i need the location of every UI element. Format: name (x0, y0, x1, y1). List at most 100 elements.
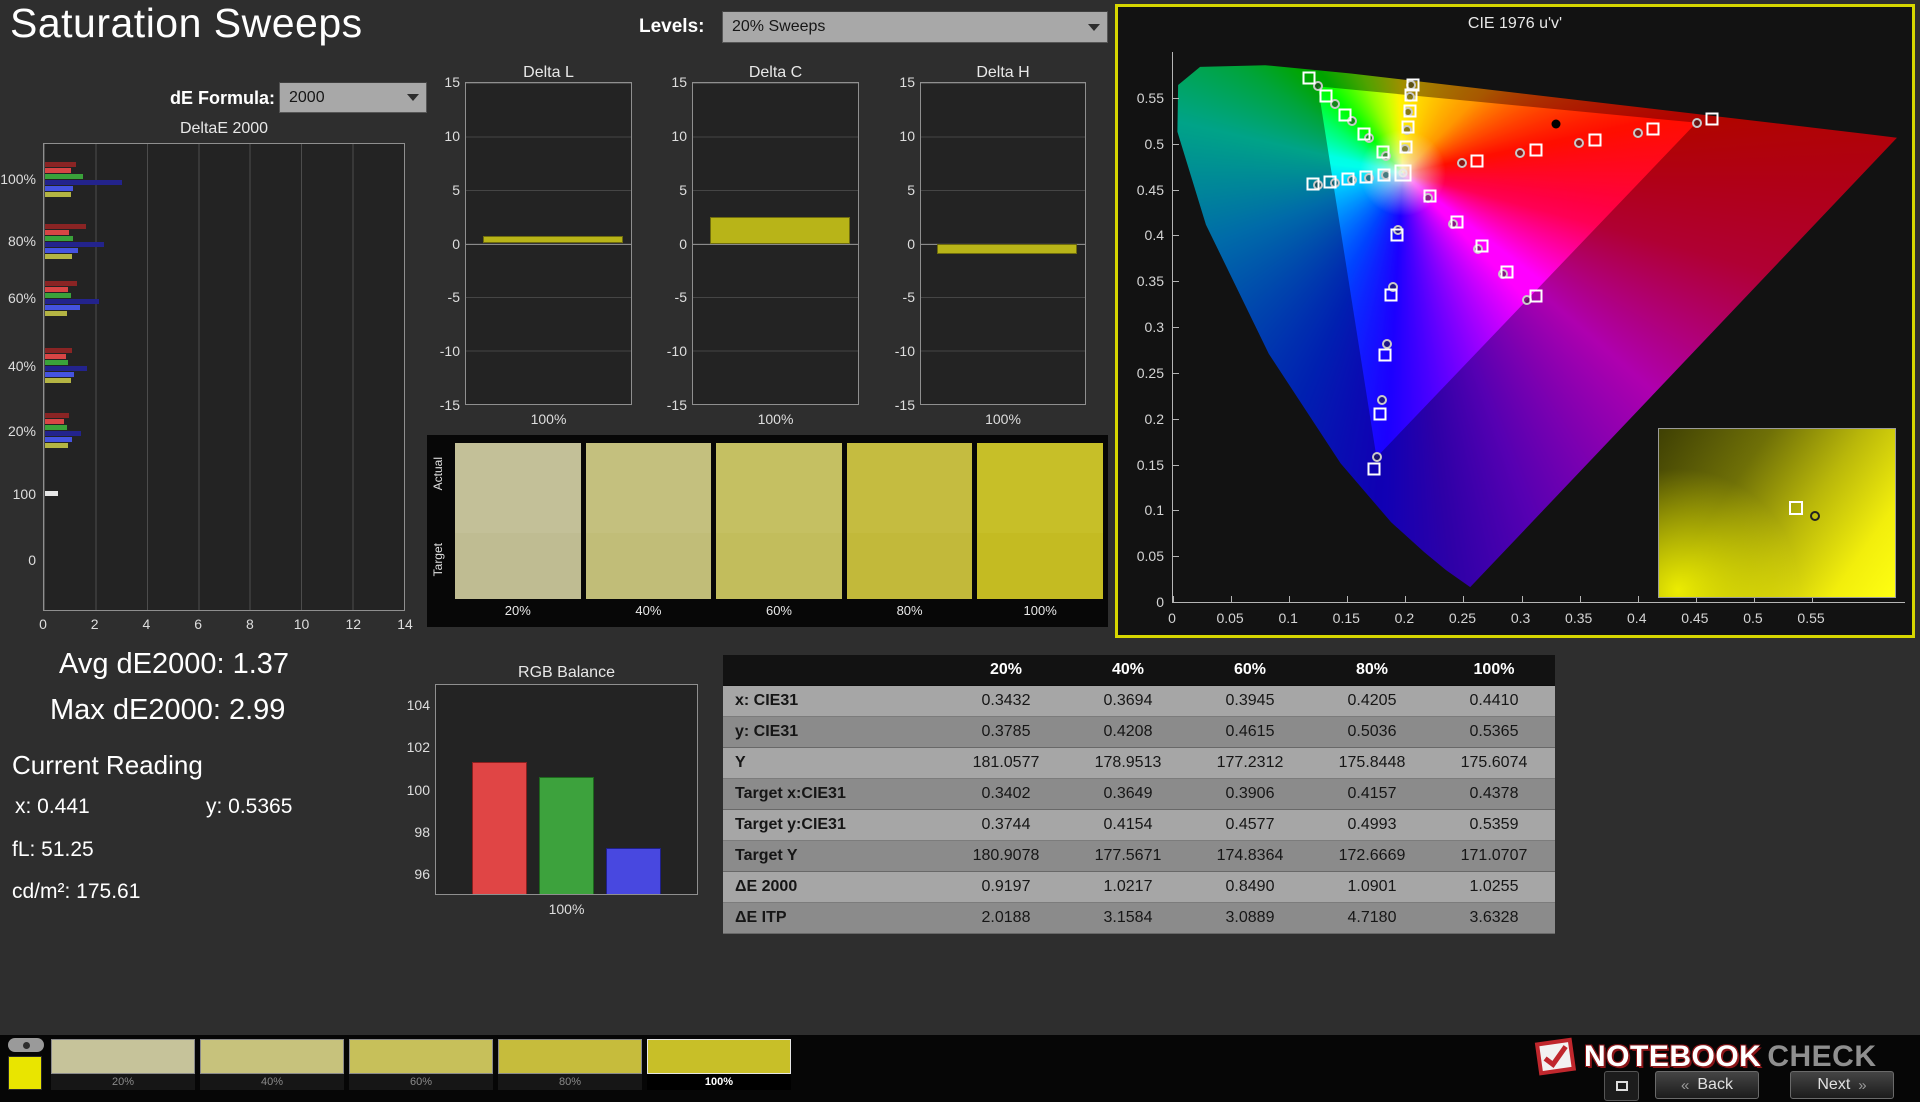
cie-measured-marker (1384, 288, 1398, 302)
swatch-actual (977, 443, 1103, 534)
table-value-cell: 178.9513 (1067, 747, 1189, 779)
rgb-balance-chart[interactable] (435, 684, 698, 895)
cie-x-tick: 0.45 (1681, 610, 1709, 626)
levels-dropdown[interactable]: 20% Sweeps (722, 11, 1108, 43)
cie-x-tick: 0.5 (1743, 610, 1763, 626)
cie-y-tick: 0.55 (1136, 89, 1164, 106)
collapse-button[interactable] (8, 1038, 44, 1052)
table-row: Y 181.0577 178.9513 177.2312 175.8448 175.607… (723, 747, 1555, 779)
delta-bar (482, 236, 623, 244)
swatch-actual (846, 443, 973, 534)
patch-tile[interactable]: 80% (498, 1039, 642, 1090)
delta-c-x-label: 100% (757, 411, 794, 427)
delta-y-tick: 15 (671, 74, 687, 90)
patch-tile[interactable]: 100% (647, 1039, 791, 1090)
window-icon (1615, 1081, 1628, 1091)
next-button[interactable]: Next » (1790, 1071, 1894, 1099)
eye-icon (22, 1041, 30, 1049)
delta-y-tick: 10 (444, 127, 460, 144)
deltae-x-tick: 2 (90, 616, 99, 632)
deltae-x-tick: 4 (142, 616, 151, 632)
deltae-y-axis: 100% 80% 60% 40% 20% 100 0 (0, 143, 40, 611)
cie-measured-marker (1588, 133, 1602, 147)
swatch-strip: Actual Target 20% 40% 60% 80% 100% (427, 435, 1108, 627)
de-formula-dropdown[interactable]: 2000 (279, 82, 427, 113)
swatch-level-label: 20% (504, 603, 531, 618)
table-header-cell (723, 655, 945, 686)
swatch-actual (585, 443, 712, 534)
deltae-bar-group (45, 348, 404, 384)
deltae-x-tick: 8 (245, 616, 254, 632)
table-value-cell: 3.6328 (1433, 902, 1555, 934)
rgb-y-tick: 98 (414, 823, 430, 840)
delta-h-title: Delta H (976, 64, 1030, 81)
deltae-bar (45, 378, 71, 384)
cie-diagram-panel[interactable]: CIE 1976 u'v' 0 0.05 0.1 0.15 0.2 0.25 0.3 0.35… (1115, 4, 1915, 638)
tick-mark (1173, 602, 1179, 603)
rgb-y-tick: 102 (406, 739, 430, 756)
deltae-row-label: 0 (28, 551, 36, 568)
delta-y-tick: 5 (679, 181, 687, 198)
table-value-cell: 4.7180 (1311, 902, 1433, 934)
deltae-bar (45, 179, 122, 185)
delta-y-tick: -10 (666, 343, 687, 360)
deltae-bar (45, 242, 104, 248)
deltae-bar (45, 254, 72, 260)
restore-window-button[interactable] (1604, 1071, 1639, 1101)
current-patch-color (8, 1056, 42, 1090)
cie-y-tick: 0.05 (1136, 548, 1164, 565)
table-value-cell: 0.4615 (1189, 716, 1311, 748)
delta-y-tick: 0 (679, 235, 687, 252)
deltae-x-tick: 0 (39, 616, 47, 632)
table-value-cell: 180.9078 (945, 840, 1067, 872)
cie-measured-marker (1500, 265, 1514, 279)
deltae-bar (45, 431, 81, 437)
cie-y-axis: 0 0.05 0.1 0.15 0.2 0.25 0.3 0.35 0.4 0.45 0.5 0.55 (1120, 52, 1166, 610)
delta-h-chart[interactable] (920, 82, 1086, 405)
back-button[interactable]: « Back (1655, 1071, 1759, 1099)
rgb-bar-blue (606, 848, 661, 894)
cie-y-tick: 0.2 (1144, 410, 1164, 427)
cie-zoom-inset (1658, 428, 1896, 598)
cie-target-marker (1691, 117, 1702, 128)
deltae-bar (45, 354, 66, 360)
color-swatch (846, 443, 973, 599)
deltae-chart[interactable] (43, 143, 405, 611)
inset-gradient (1659, 429, 1895, 597)
cie-y-tick: 0.3 (1144, 319, 1164, 335)
patch-tile[interactable]: 60% (349, 1039, 493, 1090)
deltae-bar (45, 224, 87, 230)
patch-label: 40% (200, 1074, 344, 1090)
delta-c-title: Delta C (748, 64, 803, 81)
table-row-label: Target y:CIE31 (723, 809, 945, 841)
table-row-label: ΔE 2000 (723, 871, 945, 903)
cie-x-tick: 0.3 (1510, 610, 1531, 626)
cie-measured-marker (1450, 215, 1464, 229)
table-value-cell: 0.3744 (945, 809, 1067, 841)
deltae-x-tick: 6 (194, 616, 203, 632)
table-value-cell: 181.0577 (945, 747, 1067, 779)
swatch-target (846, 533, 973, 599)
levels-dropdown-value: 20% Sweeps (732, 18, 826, 35)
cie-measured-marker (1302, 71, 1316, 85)
patch-label: 20% (51, 1074, 195, 1090)
cie-whitepoint-marker (1394, 164, 1412, 182)
delta-c-chart[interactable] (692, 82, 859, 405)
delta-y-tick: -5 (674, 289, 687, 306)
levels-label: Levels: (639, 16, 705, 37)
swatch-target (455, 533, 581, 599)
deltae-bar (45, 372, 75, 378)
table-header-cell: 20% (945, 655, 1067, 686)
table-value-cell: 0.5359 (1433, 809, 1555, 841)
patch-tile[interactable]: 40% (200, 1039, 344, 1090)
cie-measured-marker (1306, 177, 1320, 191)
cie-x-tick: 0.1 (1278, 610, 1298, 626)
delta-l-chart[interactable] (465, 82, 632, 405)
current-reading-title: Current Reading (12, 750, 203, 780)
table-row: Target x:CIE31 0.3402 0.3649 0.3906 0.4157 0.… (723, 778, 1555, 810)
delta-y-tick: -15 (439, 397, 460, 413)
table-row: ΔE 2000 0.9197 1.0217 0.8490 1.0901 1.0255 (723, 871, 1555, 903)
patch-label: 60% (349, 1074, 493, 1090)
patch-tile[interactable]: 20% (51, 1039, 195, 1090)
deltae-x-tick: 12 (345, 616, 362, 632)
